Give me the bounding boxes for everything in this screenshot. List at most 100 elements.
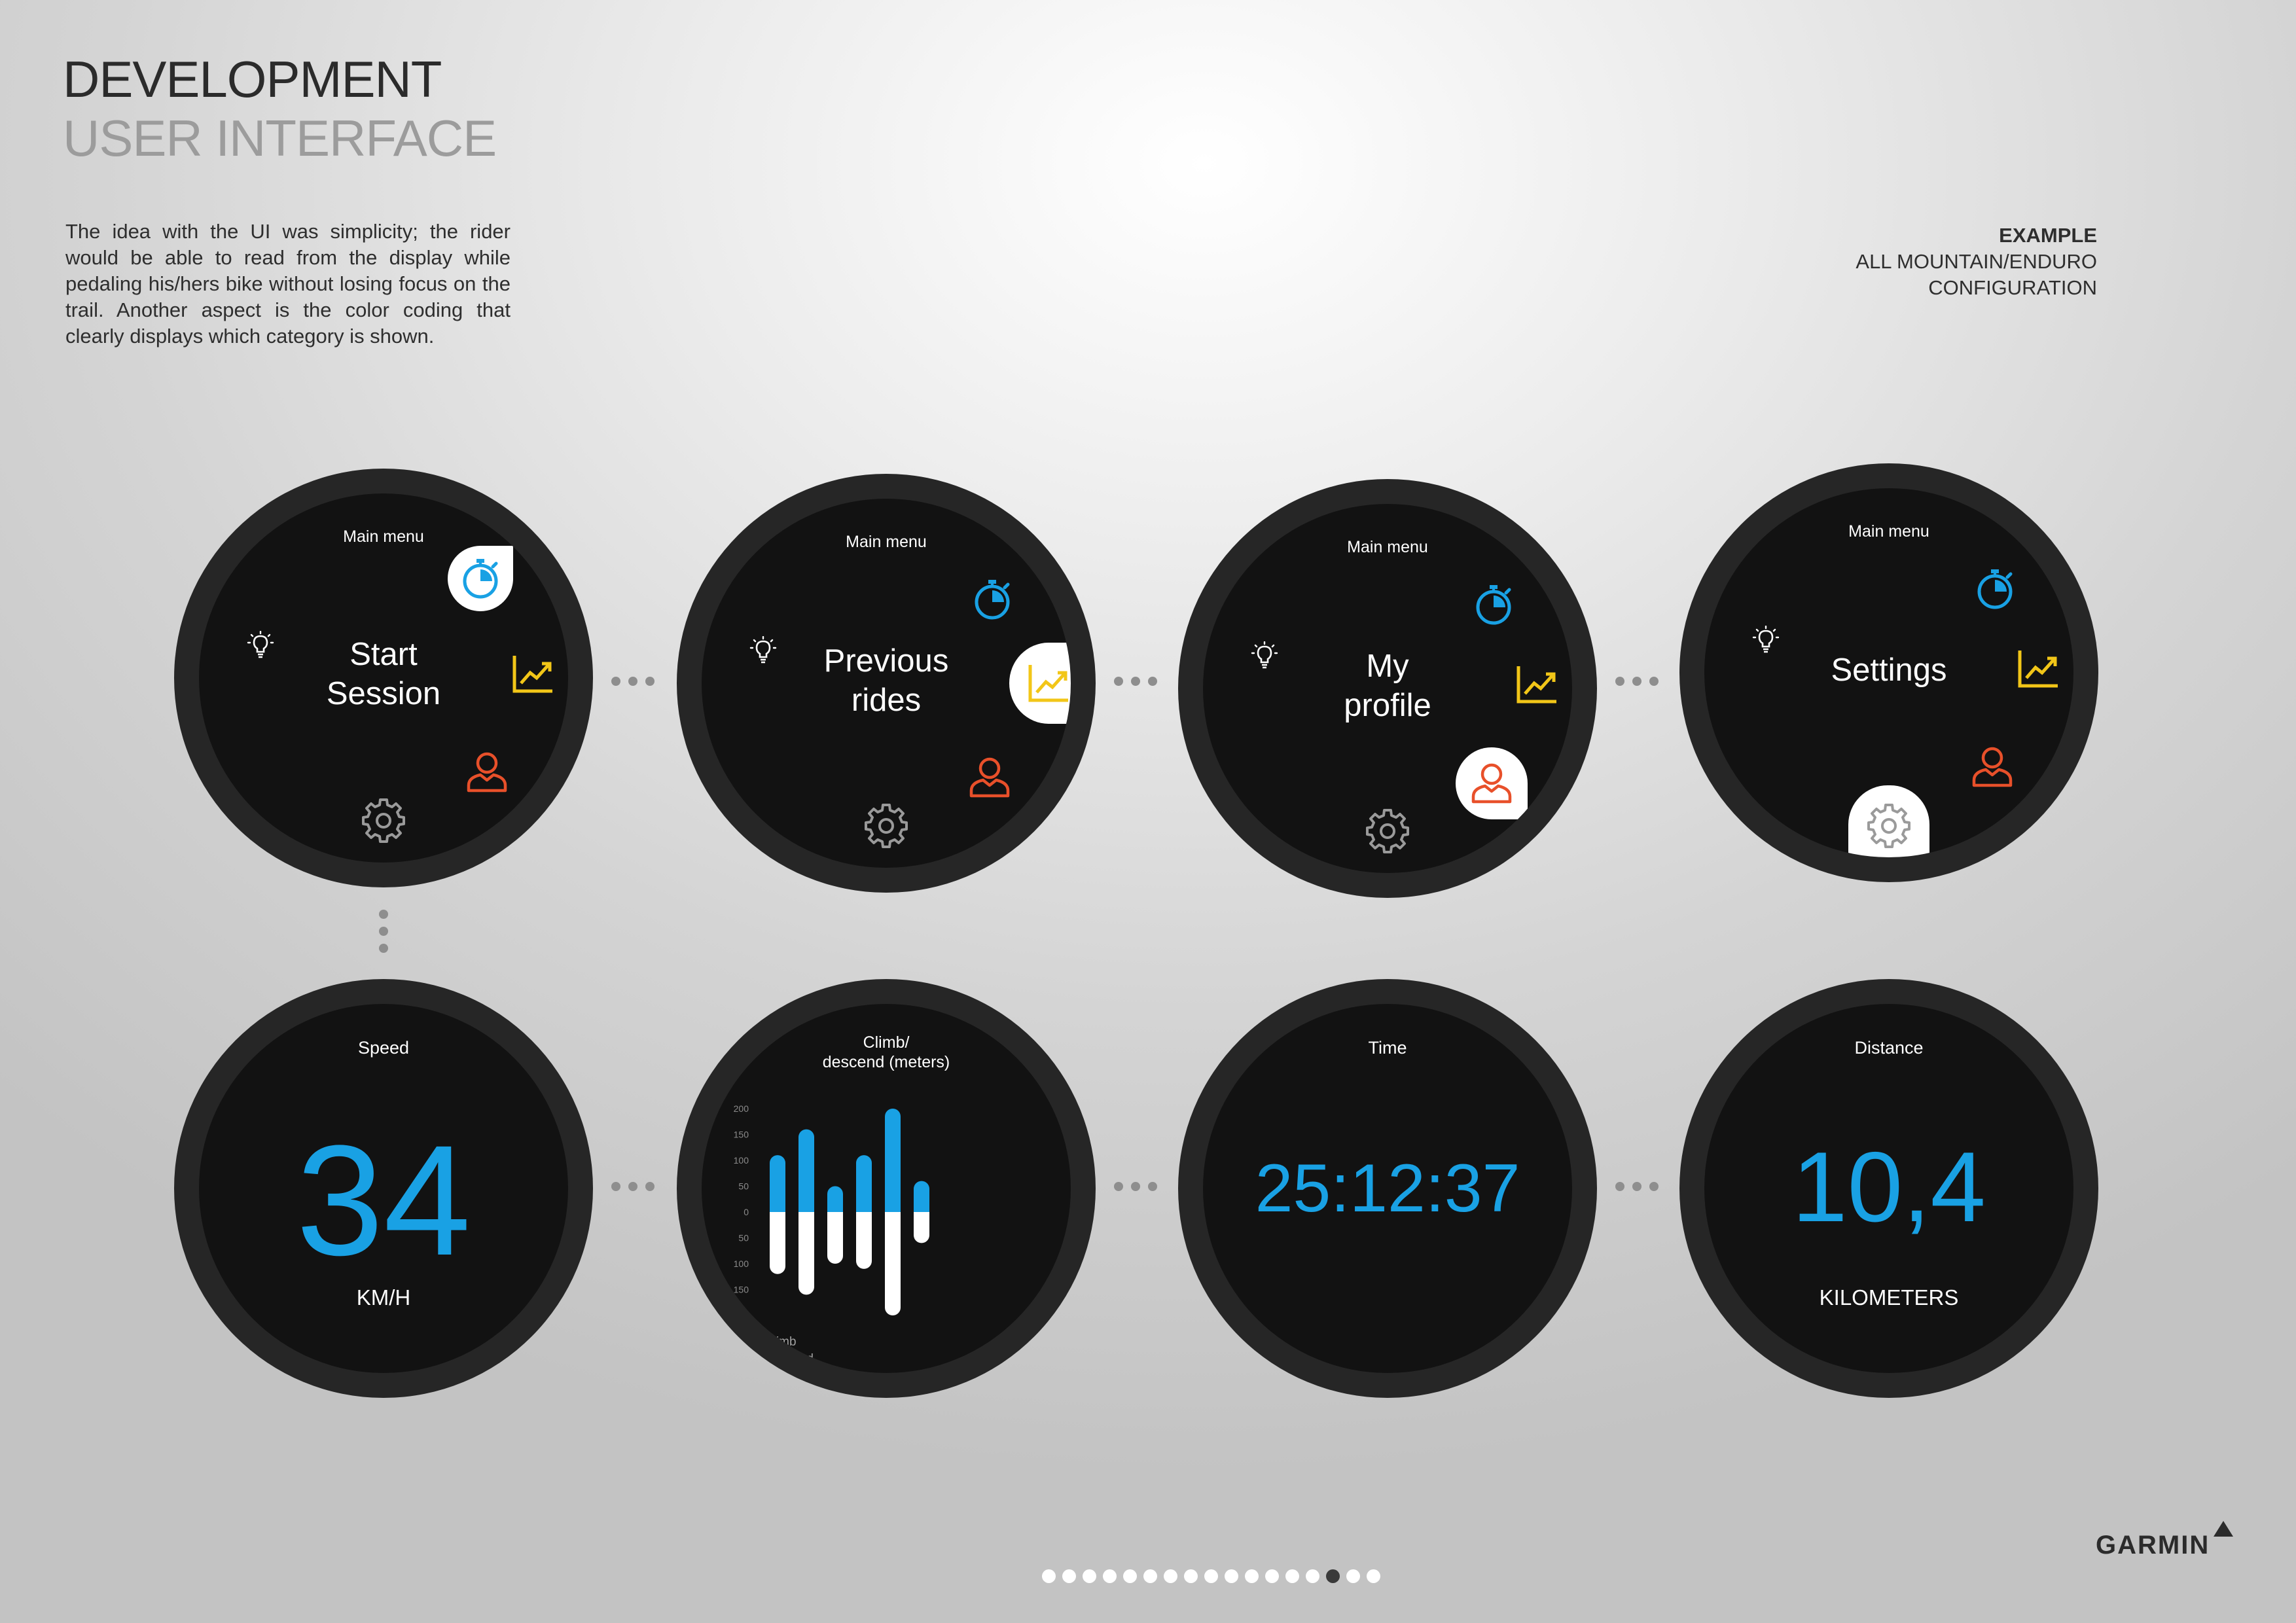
distance-value: 10,4 <box>1792 1132 1986 1243</box>
menu-label: Main menu <box>1347 538 1428 556</box>
page-dot[interactable] <box>1164 1569 1177 1583</box>
connector-dots <box>1615 1182 1659 1191</box>
descend-bar <box>914 1212 929 1243</box>
y-tick-label: 200 <box>734 1103 749 1114</box>
speed-unit: KM/H <box>356 1285 411 1310</box>
page-dot[interactable] <box>1042 1569 1056 1583</box>
page-indicator[interactable] <box>1042 1569 1380 1583</box>
watch-speed[interactable]: Speed 34 KM/H <box>174 979 593 1398</box>
center-line1: Settings <box>1831 652 1947 688</box>
watch-face: Main menu Settings <box>1704 488 2073 857</box>
climb-bar <box>827 1186 843 1212</box>
time-value: 25:12:37 <box>1255 1150 1520 1226</box>
stopwatch-icon[interactable] <box>1962 556 2028 622</box>
vertical-connector-dots <box>379 910 388 953</box>
gear-icon[interactable] <box>1355 797 1420 863</box>
user-icon[interactable] <box>1960 734 2025 800</box>
watch-face: Distance 10,4 KILOMETERS <box>1704 1004 2073 1373</box>
y-tick-label: 200 <box>734 1310 749 1321</box>
logo-triangle-icon <box>2214 1521 2233 1537</box>
y-tick-label: 150 <box>734 1285 749 1295</box>
example-caption: EXAMPLE ALL MOUNTAIN/ENDURO CONFIGURATIO… <box>1856 223 2097 301</box>
page-dot[interactable] <box>1326 1569 1340 1583</box>
menu-label: Main menu <box>343 527 424 546</box>
stopwatch-icon[interactable] <box>960 567 1025 632</box>
example-line1: ALL MOUNTAIN/ENDURO <box>1856 250 2097 273</box>
user-icon[interactable] <box>1456 747 1528 819</box>
page-title: DEVELOPMENT <box>63 50 442 108</box>
watch-face: Main menu My profile <box>1203 504 1572 873</box>
stopwatch-icon[interactable] <box>448 546 513 611</box>
watch-face: Climb/ descend (meters) 200 150 100 50 0 50 10… <box>702 1004 1071 1373</box>
watch-climb-descend[interactable]: Climb/ descend (meters) 200 150 100 50 0 50 10… <box>677 979 1096 1398</box>
menu-center-label: Previous rides <box>768 641 1004 720</box>
page-dot[interactable] <box>1123 1569 1137 1583</box>
gear-icon[interactable] <box>1848 785 1929 857</box>
example-title: EXAMPLE <box>1999 224 2097 247</box>
watch-time[interactable]: Time 25:12:37 <box>1178 979 1597 1398</box>
page-dot[interactable] <box>1083 1569 1096 1583</box>
legend-climb-label: Climb <box>764 1335 797 1349</box>
center-line1: My <box>1366 649 1409 684</box>
page-dot[interactable] <box>1245 1569 1259 1583</box>
page-dot[interactable] <box>1346 1569 1360 1583</box>
watch-my-profile[interactable]: Main menu My profile <box>1178 479 1597 898</box>
page-dot[interactable] <box>1285 1569 1299 1583</box>
distance-label: Distance <box>1854 1038 1924 1058</box>
page-dot[interactable] <box>1306 1569 1319 1583</box>
page-dot[interactable] <box>1367 1569 1380 1583</box>
descend-bar <box>770 1212 785 1274</box>
y-tick-label: 100 <box>734 1155 749 1166</box>
chart-icon[interactable] <box>1009 643 1071 724</box>
speed-value: 34 <box>296 1113 471 1288</box>
user-icon[interactable] <box>957 745 1022 810</box>
climb-bar <box>914 1181 929 1212</box>
connector-dots <box>1615 677 1659 686</box>
y-tick-label: 50 <box>738 1181 749 1192</box>
connector-dots <box>611 677 655 686</box>
page-dot[interactable] <box>1225 1569 1238 1583</box>
gear-icon[interactable] <box>351 787 416 852</box>
climb-bar <box>856 1155 872 1212</box>
page-dot[interactable] <box>1062 1569 1076 1583</box>
menu-center-label: My profile <box>1270 647 1505 725</box>
center-line2: rides <box>851 683 922 718</box>
page-dot[interactable] <box>1204 1569 1218 1583</box>
chart-icon[interactable] <box>1504 652 1570 717</box>
center-line1: Previous <box>823 643 949 679</box>
watch-face: Main menu Previous rides <box>702 499 1071 868</box>
center-line2: profile <box>1344 688 1431 723</box>
y-tick-label: 50 <box>738 1233 749 1243</box>
time-label: Time <box>1368 1038 1407 1058</box>
watch-face: Speed 34 KM/H <box>199 1004 568 1373</box>
watch-previous-rides[interactable]: Main menu Previous rides <box>677 474 1096 893</box>
menu-center-label: Settings <box>1771 651 2007 690</box>
y-tick-label: 100 <box>734 1258 749 1269</box>
climb-bar <box>798 1129 814 1212</box>
page-dot[interactable] <box>1103 1569 1117 1583</box>
descend-bar <box>798 1212 814 1295</box>
legend-climb-marker <box>752 1338 759 1345</box>
climb-bar <box>885 1109 901 1212</box>
page-dot[interactable] <box>1265 1569 1279 1583</box>
menu-center-label: Start Session <box>266 635 501 713</box>
example-line2: CONFIGURATION <box>1928 276 2097 299</box>
legend-descend-marker <box>752 1355 759 1362</box>
watch-distance[interactable]: Distance 10,4 KILOMETERS <box>1679 979 2098 1398</box>
connector-dots <box>1114 1182 1157 1191</box>
stopwatch-icon[interactable] <box>1461 572 1526 637</box>
user-icon[interactable] <box>454 740 520 805</box>
watch-start-session[interactable]: Main menu Start Session <box>174 469 593 887</box>
intro-paragraph: The idea with the UI was simplicity; the… <box>65 220 511 348</box>
chart-icon[interactable] <box>500 641 565 707</box>
connector-dots <box>1114 677 1157 686</box>
page-dot[interactable] <box>1143 1569 1157 1583</box>
chart-icon[interactable] <box>2005 636 2071 702</box>
connector-dots <box>611 1182 655 1191</box>
gear-icon[interactable] <box>853 792 919 857</box>
y-tick-label: 150 <box>734 1130 749 1140</box>
speed-label: Speed <box>357 1038 410 1058</box>
watch-settings[interactable]: Main menu Settings <box>1679 463 2098 882</box>
page-dot[interactable] <box>1184 1569 1198 1583</box>
center-line2: Session <box>326 676 441 711</box>
